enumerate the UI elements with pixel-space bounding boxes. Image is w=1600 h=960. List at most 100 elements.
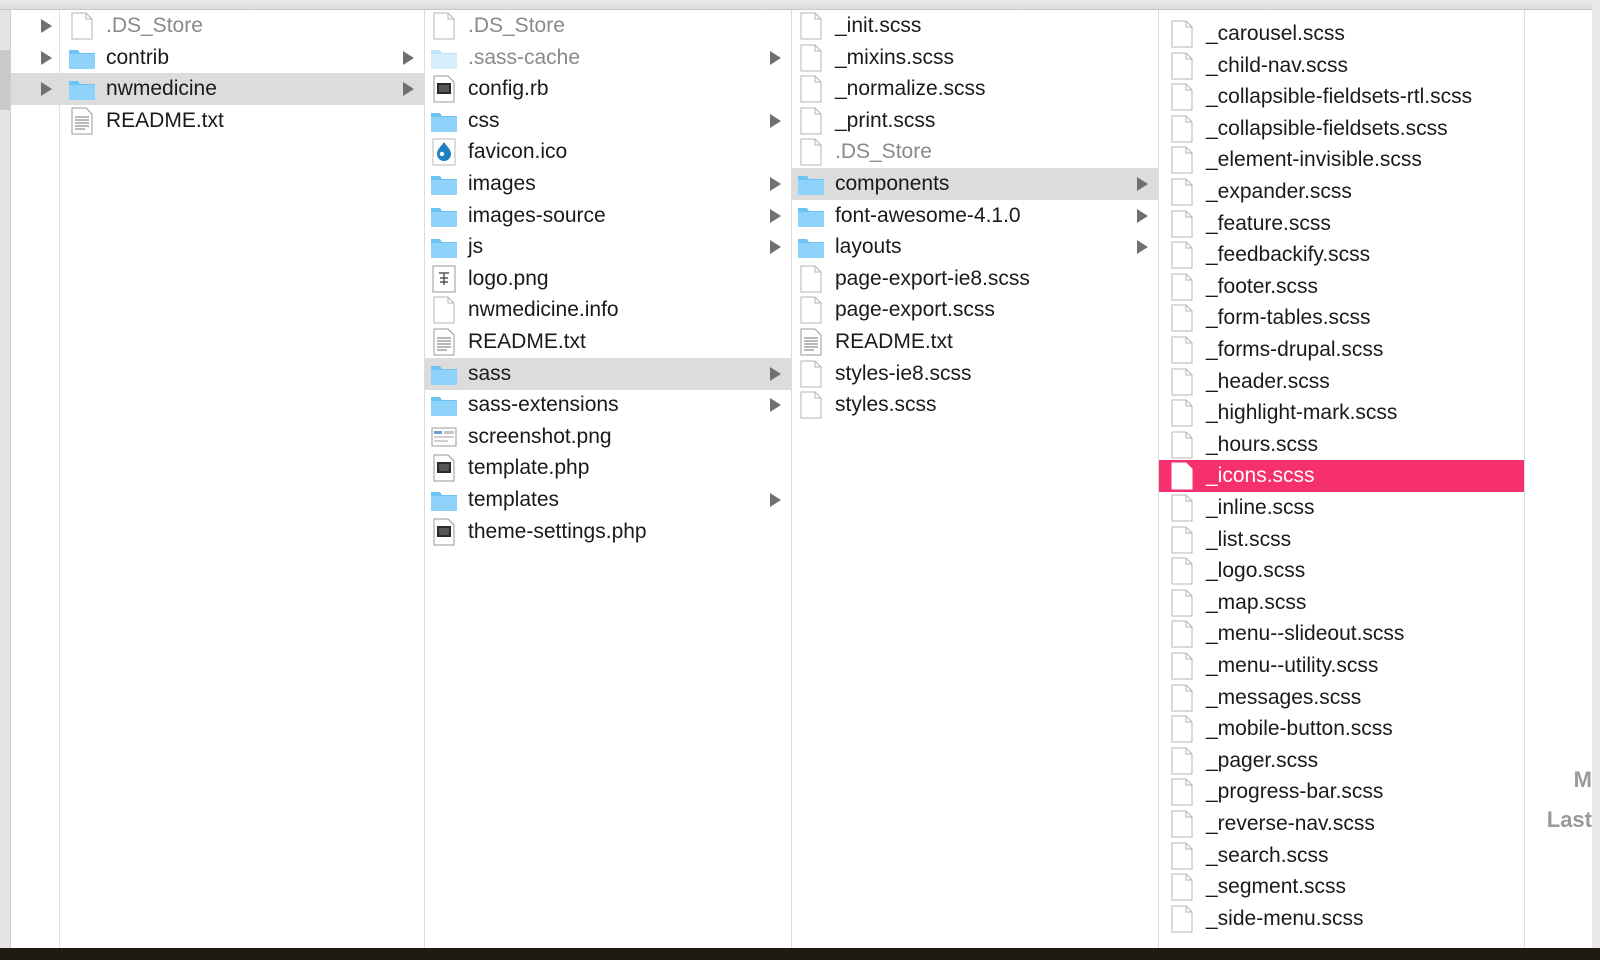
folder-item[interactable]: js: [425, 231, 791, 263]
file-item[interactable]: _expander.scss: [1159, 176, 1524, 208]
document-icon: [1168, 494, 1196, 522]
item-label: _hours.scss: [1206, 432, 1319, 456]
file-item[interactable]: _reverse-nav.scss: [1159, 808, 1524, 840]
file-item[interactable]: README.txt: [792, 326, 1158, 358]
file-item[interactable]: _progress-bar.scss: [1159, 776, 1524, 808]
file-item[interactable]: _header.scss: [1159, 366, 1524, 398]
file-item[interactable]: page-export.scss: [792, 294, 1158, 326]
file-item[interactable]: template.php: [425, 452, 791, 484]
file-item[interactable]: _carousel.scss: [1159, 18, 1524, 50]
file-item[interactable]: .DS_Store: [425, 10, 791, 42]
file-item[interactable]: _mixins.scss: [792, 42, 1158, 74]
disclosure-triangle-icon[interactable]: [41, 82, 52, 97]
file-item[interactable]: _feedbackify.scss: [1159, 239, 1524, 271]
file-item[interactable]: .DS_Store: [792, 136, 1158, 168]
folder-item[interactable]: images: [425, 168, 791, 200]
file-item[interactable]: README.txt: [11, 105, 424, 137]
file-item[interactable]: _child-nav.scss: [1159, 50, 1524, 82]
file-item[interactable]: _menu--utility.scss: [1159, 650, 1524, 682]
file-item[interactable]: _highlight-mark.scss: [1159, 397, 1524, 429]
column-0[interactable]: .DS_Store contrib nwmedicine README.txt: [11, 10, 425, 948]
file-item[interactable]: _icons.scss: [1159, 460, 1524, 493]
folder-item[interactable]: layouts: [792, 231, 1158, 263]
file-item[interactable]: screenshot.png: [425, 421, 791, 453]
file-item[interactable]: _element-invisible.scss: [1159, 144, 1524, 176]
item-label: _element-invisible.scss: [1206, 148, 1422, 172]
file-item[interactable]: _list.scss: [1159, 524, 1524, 556]
file-item[interactable]: _collapsible-fieldsets-rtl.scss: [1159, 81, 1524, 113]
item-label: _carousel.scss: [1206, 22, 1345, 45]
disclosure-triangle-icon[interactable]: [41, 50, 52, 65]
document-icon: [1168, 620, 1196, 648]
file-item[interactable]: README.txt: [425, 326, 791, 358]
file-item[interactable]: _pager.scss: [1159, 745, 1524, 777]
item-label: _feedbackify.scss: [1206, 243, 1371, 267]
column-2[interactable]: _init.scss _mixins.scss _normalize.scss _pr…: [792, 10, 1159, 948]
column-3[interactable]: _carousel.scss _child-nav.scss _collapsibl…: [1159, 10, 1525, 948]
file-item[interactable]: _normalize.scss: [792, 73, 1158, 105]
chevron-right-icon: [770, 208, 781, 223]
folder-item[interactable]: font-awesome-4.1.0: [792, 200, 1158, 232]
file-item[interactable]: _feature.scss: [1159, 208, 1524, 240]
item-label: _expander.scss: [1206, 180, 1352, 203]
file-item[interactable]: _mobile-button.scss: [1159, 713, 1524, 745]
file-item[interactable]: favicon.ico: [425, 136, 791, 168]
folder-item[interactable]: contrib: [11, 42, 424, 74]
item-label: _mobile-button.scss: [1206, 717, 1393, 741]
folder-item[interactable]: sass-extensions: [425, 389, 791, 421]
folder-item[interactable]: images-source: [425, 200, 791, 232]
file-item[interactable]: _side-menu.scss: [1159, 903, 1524, 935]
file-item[interactable]: styles.scss: [792, 389, 1158, 421]
document-icon: [797, 44, 825, 72]
file-item[interactable]: _form-tables.scss: [1159, 302, 1524, 334]
file-item[interactable]: _init.scss: [792, 10, 1158, 42]
file-item[interactable]: _forms-drupal.scss: [1159, 334, 1524, 366]
file-item[interactable]: _map.scss: [1159, 587, 1524, 619]
folder-item[interactable]: .sass-cache: [425, 42, 791, 74]
file-item[interactable]: .DS_Store: [11, 10, 424, 42]
item-label: css: [468, 108, 500, 132]
file-item[interactable]: _menu--slideout.scss: [1159, 618, 1524, 650]
file-item[interactable]: theme-settings.php: [425, 516, 791, 548]
folder-icon: [430, 391, 458, 419]
item-label: _map.scss: [1206, 590, 1307, 614]
file-item[interactable]: nwmedicine.info: [425, 294, 791, 326]
item-label: logo.png: [468, 266, 549, 290]
column-1[interactable]: .DS_Store .sass-cache config.rb css favicon.…: [425, 10, 792, 948]
document-icon: [430, 12, 458, 40]
disclosure-triangle-icon[interactable]: [41, 19, 52, 33]
file-item[interactable]: _messages.scss: [1159, 682, 1524, 714]
file-item[interactable]: _search.scss: [1159, 840, 1524, 872]
file-item[interactable]: _segment.scss: [1159, 871, 1524, 903]
file-item[interactable]: logo.png: [425, 263, 791, 295]
item-label: _footer.scss: [1206, 274, 1319, 298]
file-item[interactable]: _footer.scss: [1159, 271, 1524, 303]
item-label: sass: [468, 361, 512, 385]
file-item[interactable]: config.rb: [425, 73, 791, 105]
file-item[interactable]: page-export-ie8.scss: [792, 263, 1158, 295]
chevron-right-icon: [770, 177, 781, 191]
document-icon: [1168, 747, 1196, 775]
item-label: .DS_Store: [468, 14, 565, 37]
file-item[interactable]: _print.scss: [792, 105, 1158, 137]
folder-item[interactable]: nwmedicine: [11, 73, 424, 106]
file-item[interactable]: _hours.scss: [1159, 429, 1524, 461]
file-item[interactable]: styles-ie8.scss: [792, 358, 1158, 390]
file-item[interactable]: _logo.scss: [1159, 555, 1524, 587]
document-icon: [1168, 526, 1196, 554]
folder-item[interactable]: sass: [425, 357, 791, 390]
document-icon: [797, 107, 825, 135]
item-label: _menu--slideout.scss: [1206, 622, 1405, 646]
folder-item[interactable]: components: [792, 168, 1158, 200]
folder-icon: [797, 233, 825, 261]
document-icon: [1168, 462, 1196, 490]
folder-item[interactable]: css: [425, 105, 791, 137]
item-label: nwmedicine: [106, 77, 217, 101]
document-icon: [797, 12, 825, 40]
document-icon: [1168, 83, 1196, 111]
file-item[interactable]: _inline.scss: [1159, 492, 1524, 524]
folder-item[interactable]: templates: [425, 484, 791, 516]
file-item[interactable]: _collapsible-fieldsets.scss: [1159, 113, 1524, 145]
document-icon: [1168, 178, 1196, 206]
folder-icon: [430, 107, 458, 135]
